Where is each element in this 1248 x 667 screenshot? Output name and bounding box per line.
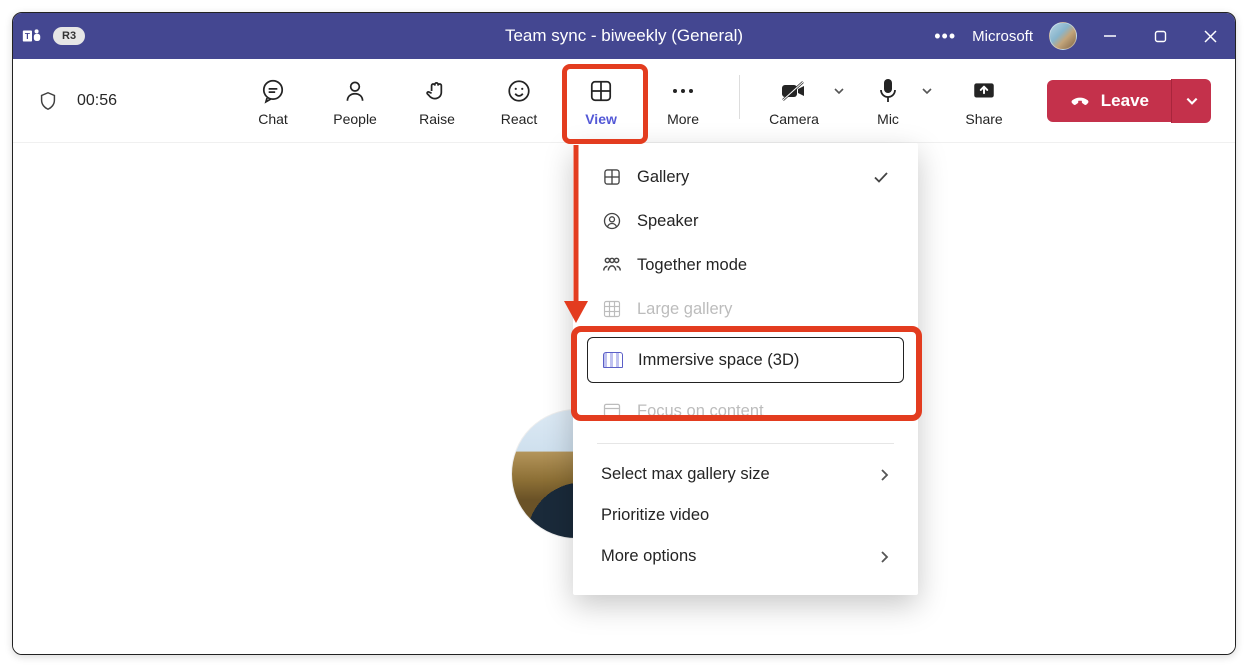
view-dropdown-menu: Gallery Speaker Together mode Large gall…: [573, 143, 918, 595]
immersive-label: Immersive space (3D): [638, 351, 799, 370]
view-icon: [588, 77, 614, 105]
teams-meeting-window: T R3 Team sync - biweekly (General) ••• …: [12, 12, 1236, 655]
teams-logo-icon: T: [21, 25, 43, 47]
avatar[interactable]: [1049, 22, 1077, 50]
check-icon: [872, 168, 890, 186]
leave-chevron[interactable]: [1171, 79, 1211, 123]
people-icon: [342, 77, 368, 105]
mic-chevron[interactable]: [916, 75, 938, 97]
leave-group: Leave: [1047, 79, 1211, 123]
camera-button[interactable]: Camera: [760, 75, 828, 127]
gallery-icon: [601, 166, 623, 188]
together-icon: [601, 254, 623, 276]
more-button[interactable]: More: [647, 75, 719, 127]
leave-button[interactable]: Leave: [1047, 80, 1171, 122]
focus-content-icon: [601, 400, 623, 422]
raise-label: Raise: [419, 111, 455, 127]
large-gallery-label: Large gallery: [637, 300, 732, 319]
mic-group: Mic: [860, 75, 938, 127]
camera-chevron[interactable]: [828, 75, 850, 97]
together-label: Together mode: [637, 256, 747, 275]
menu-item-focus-content: Focus on content: [573, 389, 918, 433]
menu-item-speaker[interactable]: Speaker: [573, 199, 918, 243]
org-label: Microsoft: [972, 28, 1033, 45]
camera-group: Camera: [760, 75, 850, 127]
menu-separator: [597, 443, 894, 444]
menu-item-together[interactable]: Together mode: [573, 243, 918, 287]
more-options-label: More options: [601, 547, 696, 566]
camera-off-icon: [779, 77, 809, 105]
menu-item-large-gallery: Large gallery: [573, 287, 918, 331]
window-close-button[interactable]: [1193, 22, 1227, 50]
prioritize-label: Prioritize video: [601, 506, 709, 525]
leave-label: Leave: [1101, 91, 1149, 111]
speaker-icon: [601, 210, 623, 232]
mic-button[interactable]: Mic: [860, 75, 916, 127]
mic-label: Mic: [877, 111, 899, 127]
share-icon: [971, 77, 997, 105]
chat-label: Chat: [258, 111, 288, 127]
meeting-duration: 00:56: [77, 92, 117, 110]
react-button[interactable]: React: [483, 75, 555, 127]
toolbar-actions: Chat People Raise React: [237, 75, 1020, 127]
toolbar-divider: [739, 75, 740, 119]
window-minimize-button[interactable]: [1093, 22, 1127, 50]
menu-item-gallery[interactable]: Gallery: [573, 155, 918, 199]
raise-hand-icon: [424, 77, 450, 105]
meeting-duration-group: 00:56: [37, 90, 117, 112]
react-icon: [506, 77, 532, 105]
more-label: More: [667, 111, 699, 127]
menu-item-prioritize-video[interactable]: Prioritize video: [573, 495, 918, 536]
chat-button[interactable]: Chat: [237, 75, 309, 127]
menu-item-immersive-space[interactable]: Immersive space (3D): [587, 337, 904, 383]
meeting-toolbar: 00:56 Chat People Raise: [13, 59, 1235, 143]
people-button[interactable]: People: [319, 75, 391, 127]
title-bar: T R3 Team sync - biweekly (General) ••• …: [13, 13, 1235, 59]
menu-item-more-options[interactable]: More options: [573, 536, 918, 577]
environment-badge: R3: [53, 27, 85, 45]
focus-label: Focus on content: [637, 402, 764, 421]
large-gallery-icon: [601, 298, 623, 320]
max-gallery-label: Select max gallery size: [601, 465, 770, 484]
camera-label: Camera: [769, 111, 819, 127]
raise-hand-button[interactable]: Raise: [401, 75, 473, 127]
shield-icon[interactable]: [37, 90, 59, 112]
chevron-right-icon: [878, 550, 890, 564]
view-label: View: [585, 111, 617, 127]
share-label: Share: [965, 111, 1002, 127]
view-button[interactable]: View: [565, 75, 637, 127]
gallery-label: Gallery: [637, 168, 689, 187]
title-bar-right: ••• Microsoft: [934, 22, 1227, 50]
title-bar-left: T R3: [21, 25, 85, 47]
immersive-space-icon: [602, 349, 624, 371]
people-label: People: [333, 111, 377, 127]
speaker-label: Speaker: [637, 212, 698, 231]
window-maximize-button[interactable]: [1143, 22, 1177, 50]
share-button[interactable]: Share: [948, 75, 1020, 127]
chevron-right-icon: [878, 468, 890, 482]
svg-text:T: T: [25, 32, 30, 41]
chat-icon: [260, 77, 286, 105]
mic-icon: [877, 77, 899, 105]
hangup-icon: [1069, 90, 1091, 112]
more-icon: [670, 77, 696, 105]
title-more-icon[interactable]: •••: [934, 26, 956, 47]
react-label: React: [501, 111, 538, 127]
menu-item-max-gallery-size[interactable]: Select max gallery size: [573, 454, 918, 495]
